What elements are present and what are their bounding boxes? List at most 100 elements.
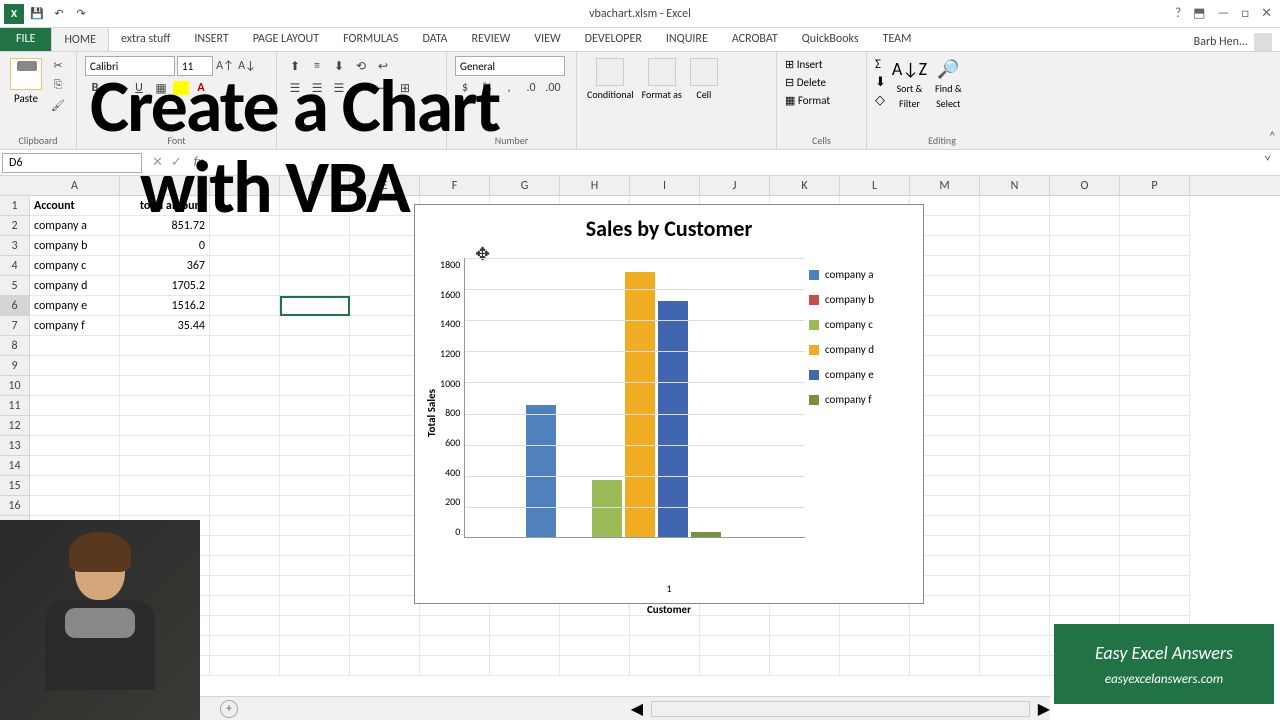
paste-button[interactable]: Paste bbox=[8, 56, 44, 107]
cell[interactable] bbox=[210, 336, 280, 356]
cell[interactable] bbox=[1050, 536, 1120, 556]
cell[interactable] bbox=[1120, 476, 1190, 496]
cut-icon[interactable]: ✂ bbox=[48, 56, 68, 74]
cell[interactable] bbox=[1050, 576, 1120, 596]
collapse-ribbon-icon[interactable]: ˄ bbox=[1268, 128, 1276, 145]
cell[interactable] bbox=[1120, 296, 1190, 316]
cell[interactable] bbox=[350, 296, 420, 316]
cell[interactable] bbox=[350, 636, 420, 656]
cell[interactable] bbox=[1120, 256, 1190, 276]
cell[interactable] bbox=[350, 496, 420, 516]
cell[interactable] bbox=[210, 456, 280, 476]
cell[interactable] bbox=[280, 316, 350, 336]
col-header-k[interactable]: K bbox=[770, 176, 840, 195]
row-header[interactable]: 8 bbox=[0, 336, 30, 356]
cell[interactable] bbox=[210, 476, 280, 496]
cell[interactable] bbox=[350, 596, 420, 616]
cell[interactable] bbox=[1120, 396, 1190, 416]
cell[interactable] bbox=[980, 316, 1050, 336]
new-sheet-button[interactable]: + bbox=[220, 700, 238, 718]
format-painter-icon[interactable]: 🖌 bbox=[48, 96, 68, 114]
cell[interactable] bbox=[280, 416, 350, 436]
cell[interactable] bbox=[1120, 276, 1190, 296]
cell[interactable] bbox=[210, 376, 280, 396]
delete-cells-button[interactable]: ⊟ Delete bbox=[785, 74, 858, 92]
insert-cells-button[interactable]: ⊞ Insert bbox=[785, 56, 858, 74]
cell[interactable] bbox=[30, 356, 120, 376]
format-cells-button[interactable]: ▦ Format bbox=[785, 92, 858, 110]
tab-review[interactable]: REVIEW bbox=[460, 27, 523, 51]
tab-acrobat[interactable]: ACROBAT bbox=[720, 27, 790, 51]
cell[interactable] bbox=[350, 336, 420, 356]
cell[interactable]: company b bbox=[30, 236, 120, 256]
cell[interactable] bbox=[980, 496, 1050, 516]
copy-icon[interactable]: ⎘ bbox=[48, 76, 68, 94]
row-header[interactable]: 11 bbox=[0, 396, 30, 416]
cell[interactable] bbox=[980, 196, 1050, 216]
cell[interactable] bbox=[350, 616, 420, 636]
cell[interactable] bbox=[350, 376, 420, 396]
cell[interactable] bbox=[120, 336, 210, 356]
tab-insert[interactable]: INSERT bbox=[182, 27, 240, 51]
cell[interactable] bbox=[30, 476, 120, 496]
cell[interactable]: 35.44 bbox=[120, 316, 210, 336]
cell[interactable] bbox=[210, 496, 280, 516]
cell[interactable] bbox=[350, 416, 420, 436]
undo-icon[interactable]: ↶ bbox=[50, 5, 68, 23]
row-header[interactable]: 13 bbox=[0, 436, 30, 456]
cell[interactable] bbox=[210, 636, 280, 656]
col-header-p[interactable]: P bbox=[1120, 176, 1190, 195]
cell[interactable] bbox=[1120, 496, 1190, 516]
maximize-icon[interactable]: □ bbox=[1241, 6, 1249, 21]
col-header-g[interactable]: G bbox=[490, 176, 560, 195]
cell[interactable] bbox=[770, 636, 840, 656]
cell[interactable] bbox=[980, 616, 1050, 636]
cell[interactable] bbox=[280, 476, 350, 496]
col-header-o[interactable]: O bbox=[1050, 176, 1120, 195]
cell[interactable] bbox=[350, 356, 420, 376]
cell[interactable] bbox=[350, 236, 420, 256]
cell-styles-button[interactable]: Cell bbox=[688, 56, 720, 103]
row-header[interactable]: 1 bbox=[0, 196, 30, 216]
cell[interactable] bbox=[420, 636, 490, 656]
cell[interactable] bbox=[1050, 356, 1120, 376]
cell[interactable] bbox=[980, 216, 1050, 236]
cell[interactable] bbox=[210, 396, 280, 416]
cell[interactable] bbox=[700, 656, 770, 676]
minimize-icon[interactable]: — bbox=[1217, 6, 1229, 21]
cell[interactable] bbox=[980, 536, 1050, 556]
file-tab[interactable]: FILE bbox=[0, 27, 51, 51]
row-header[interactable]: 3 bbox=[0, 236, 30, 256]
cell[interactable] bbox=[1120, 576, 1190, 596]
cell[interactable] bbox=[420, 616, 490, 636]
cell[interactable] bbox=[210, 296, 280, 316]
cell[interactable] bbox=[980, 376, 1050, 396]
cell[interactable] bbox=[280, 656, 350, 676]
cell[interactable] bbox=[210, 596, 280, 616]
cell[interactable] bbox=[1050, 556, 1120, 576]
cell[interactable] bbox=[980, 336, 1050, 356]
cell[interactable] bbox=[980, 296, 1050, 316]
comma-icon[interactable]: , bbox=[499, 78, 519, 98]
tab-extra-stuff[interactable]: extra stuff bbox=[109, 27, 182, 51]
close-icon[interactable]: ✕ bbox=[1261, 6, 1272, 21]
tab-page-layout[interactable]: PAGE LAYOUT bbox=[241, 27, 331, 51]
cell[interactable] bbox=[1120, 456, 1190, 476]
scroll-right-icon[interactable]: ▶ bbox=[1038, 699, 1050, 719]
cell[interactable] bbox=[1120, 556, 1190, 576]
chart-object[interactable]: ✥ Sales by Customer Total Sales 18001600… bbox=[414, 204, 924, 604]
cell[interactable] bbox=[980, 236, 1050, 256]
cell[interactable] bbox=[210, 656, 280, 676]
cell[interactable] bbox=[280, 516, 350, 536]
cell[interactable] bbox=[280, 396, 350, 416]
cell[interactable] bbox=[210, 436, 280, 456]
row-header[interactable]: 10 bbox=[0, 376, 30, 396]
conditional-formatting-button[interactable]: Conditional bbox=[585, 56, 636, 103]
cell[interactable] bbox=[280, 336, 350, 356]
cell[interactable] bbox=[280, 236, 350, 256]
redo-icon[interactable]: ↷ bbox=[72, 5, 90, 23]
cell[interactable] bbox=[210, 356, 280, 376]
cell[interactable] bbox=[30, 496, 120, 516]
tab-data[interactable]: DATA bbox=[410, 27, 459, 51]
cell[interactable] bbox=[210, 416, 280, 436]
